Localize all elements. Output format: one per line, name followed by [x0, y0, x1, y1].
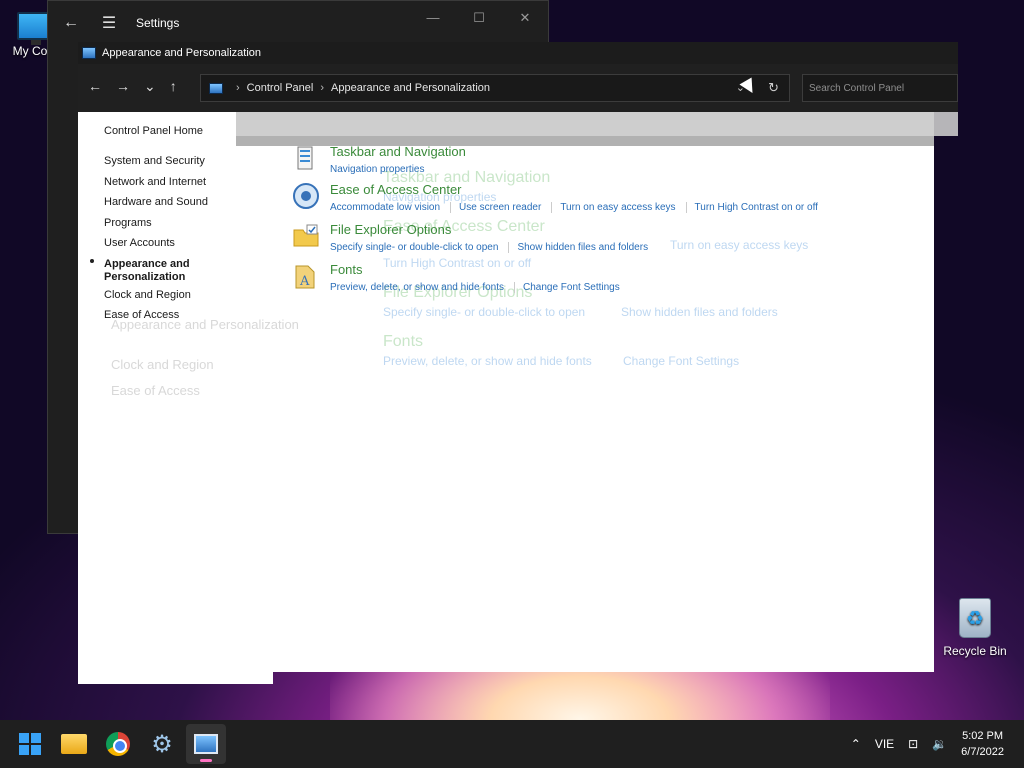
- fonts-icon: A: [295, 265, 315, 289]
- control-panel-titlebar: Appearance and Personalization: [78, 42, 958, 64]
- category-title[interactable]: Fonts: [330, 262, 363, 277]
- link-high-contrast[interactable]: Turn High Contrast on or off: [685, 202, 818, 213]
- volume-icon[interactable]: 🔉: [932, 737, 947, 751]
- back-arrow-icon[interactable]: ←: [88, 78, 102, 95]
- start-button[interactable]: [10, 724, 50, 764]
- minimize-button[interactable]: —: [410, 1, 456, 35]
- link-screen-reader[interactable]: Use screen reader: [450, 202, 541, 213]
- link-font-settings[interactable]: Change Font Settings: [514, 282, 620, 293]
- category-links: Specify single- or double-click to open …: [330, 242, 648, 253]
- sidebar-bottom-strip: [78, 672, 273, 684]
- ghost-category-title: Fonts: [383, 333, 424, 350]
- link-navigation-properties[interactable]: Navigation properties: [330, 164, 425, 175]
- settings-window-controls: — ☐ ✕: [410, 1, 548, 35]
- taskbar-file-explorer[interactable]: [54, 724, 94, 764]
- chevron-up-icon[interactable]: ⌃: [851, 737, 861, 751]
- render-artifact-band: [236, 112, 958, 136]
- category-links: Preview, delete, or show and hide fonts …: [330, 282, 620, 293]
- recent-locations-icon[interactable]: ⌄: [144, 78, 156, 95]
- ghost-link: Change Font Settings: [623, 354, 740, 368]
- taskbar: ⚙ ⌃ VIE ⊡ 🔉 5:02 PM 6/7/2022: [0, 720, 1024, 768]
- category-links: Accommodate low vision Use screen reader…: [330, 202, 818, 213]
- folder-options-icon: [293, 224, 319, 247]
- category-title[interactable]: Ease of Access Center: [330, 182, 462, 197]
- clock[interactable]: 5:02 PM 6/7/2022: [961, 728, 1004, 760]
- search-input[interactable]: Search Control Panel: [802, 74, 958, 102]
- recycle-bin-icon: ♻: [959, 598, 991, 638]
- svg-text:A: A: [299, 274, 310, 289]
- gear-icon: ⚙: [151, 730, 173, 758]
- ghost-sidebar-item: Appearance and Personalization: [111, 317, 299, 332]
- close-button[interactable]: ✕: [502, 1, 548, 35]
- ghost-link: Turn on easy access keys: [670, 238, 809, 252]
- language-indicator[interactable]: VIE: [875, 737, 894, 751]
- nav-buttons: ← → ⌄ ↑: [88, 78, 177, 95]
- link-preview-fonts[interactable]: Preview, delete, or show and hide fonts: [330, 282, 504, 293]
- clock-date: 6/7/2022: [961, 746, 1004, 758]
- taskbar-apps: ⚙: [10, 724, 226, 764]
- network-icon[interactable]: ⊡: [908, 737, 918, 751]
- maximize-button[interactable]: ☐: [456, 1, 502, 35]
- sidebar-item-system-security[interactable]: System and Security: [104, 155, 205, 168]
- sidebar-item-hardware[interactable]: Hardware and Sound: [104, 196, 208, 209]
- category-links: Navigation properties: [330, 164, 425, 175]
- sidebar-item-appearance[interactable]: Appearance and Personalization: [104, 258, 204, 284]
- ghost-link: Specify single- or double-click to open: [383, 305, 586, 319]
- forward-arrow-icon[interactable]: →: [116, 78, 130, 95]
- category-title[interactable]: File Explorer Options: [330, 222, 451, 237]
- up-arrow-icon[interactable]: ↑: [170, 78, 177, 95]
- control-panel-window: Appearance and Personalization ← → ⌄ ↑ ›…: [78, 42, 958, 684]
- link-click-to-open[interactable]: Specify single- or double-click to open: [330, 242, 498, 253]
- control-panel-icon: [209, 82, 223, 94]
- render-artifact-band: [236, 136, 934, 146]
- control-panel-content: Control Panel Home System and Security N…: [78, 112, 934, 684]
- breadcrumb-appearance[interactable]: Appearance and Personalization: [331, 82, 490, 94]
- taskbar-settings[interactable]: ⚙: [142, 724, 182, 764]
- taskbar-chrome[interactable]: [98, 724, 138, 764]
- link-easy-access-keys[interactable]: Turn on easy access keys: [551, 202, 676, 213]
- ghost-link: Show hidden files and folders: [621, 305, 778, 319]
- ghost-link: Turn High Contrast on or off: [383, 256, 532, 270]
- sidebar: Control Panel Home System and Security N…: [78, 112, 273, 684]
- folder-icon: [61, 734, 87, 754]
- address-bar[interactable]: › Control Panel › Appearance and Persona…: [200, 74, 790, 102]
- ghost-link: Preview, delete, or show and hide fonts: [383, 354, 592, 368]
- clock-time: 5:02 PM: [962, 730, 1004, 742]
- control-panel-icon: [194, 734, 218, 754]
- current-item-bullet: [90, 259, 94, 263]
- taskbar-control-panel[interactable]: [186, 724, 226, 764]
- breadcrumb-control-panel[interactable]: Control Panel: [247, 82, 314, 94]
- breadcrumb-separator: ›: [236, 82, 240, 94]
- refresh-icon[interactable]: ↻: [768, 80, 779, 96]
- back-arrow-icon[interactable]: ←: [48, 14, 94, 32]
- sidebar-home-link[interactable]: Control Panel Home: [104, 125, 203, 137]
- settings-title: Settings: [136, 16, 180, 30]
- sidebar-item-user-accounts[interactable]: User Accounts: [104, 237, 175, 250]
- breadcrumb-separator: ›: [320, 82, 324, 94]
- window-title: Appearance and Personalization: [102, 47, 262, 59]
- link-hidden-files[interactable]: Show hidden files and folders: [508, 242, 648, 253]
- taskbar-icon: [297, 146, 313, 170]
- control-panel-icon: [82, 47, 96, 59]
- ghost-sidebar-item: Ease of Access: [111, 383, 200, 398]
- hamburger-menu-icon[interactable]: ☰: [94, 13, 124, 33]
- navigation-bar: ← → ⌄ ↑ › Control Panel › Appearance and…: [78, 64, 958, 112]
- ease-of-access-icon: [293, 183, 319, 209]
- chrome-icon: [106, 732, 130, 756]
- system-tray: ⌃ VIE ⊡ 🔉 5:02 PM 6/7/2022: [851, 720, 1024, 768]
- sidebar-item-network[interactable]: Network and Internet: [104, 176, 206, 189]
- sidebar-item-clock-region[interactable]: Clock and Region: [104, 289, 191, 302]
- sidebar-item-programs[interactable]: Programs: [104, 217, 152, 230]
- ghost-sidebar-item: Clock and Region: [111, 357, 214, 372]
- link-low-vision[interactable]: Accommodate low vision: [330, 202, 440, 213]
- category-title[interactable]: Taskbar and Navigation: [330, 144, 466, 159]
- windows-logo-icon: [19, 733, 41, 755]
